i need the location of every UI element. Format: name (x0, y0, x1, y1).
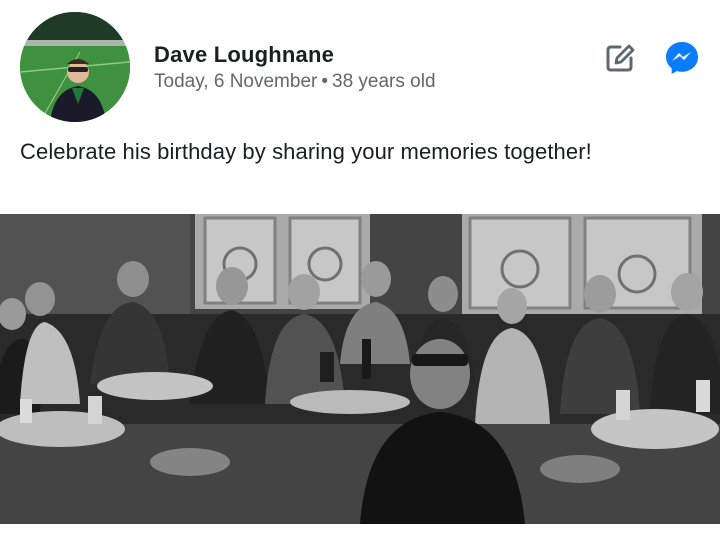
edit-button[interactable] (600, 38, 640, 78)
messenger-icon (666, 42, 698, 74)
footer-spacer (0, 524, 720, 536)
meta-separator: • (321, 71, 328, 92)
avatar-photo (20, 12, 130, 122)
author-age: 38 years old (332, 71, 436, 92)
edit-icon (606, 44, 635, 72)
post-header: Dave Loughnane Today, 6 November • 38 year… (0, 0, 720, 122)
birthday-prompt-text: Celebrate his birthday by sharing your m… (20, 139, 592, 164)
memory-photo[interactable] (0, 214, 720, 524)
group-photo (0, 214, 720, 524)
messenger-button[interactable] (662, 38, 702, 78)
profile-avatar[interactable] (20, 12, 130, 122)
post-date: Today, 6 November (154, 71, 318, 92)
author-name[interactable]: Dave Loughnane (154, 42, 334, 68)
post-meta: Today, 6 November • 38 years old (154, 71, 436, 93)
